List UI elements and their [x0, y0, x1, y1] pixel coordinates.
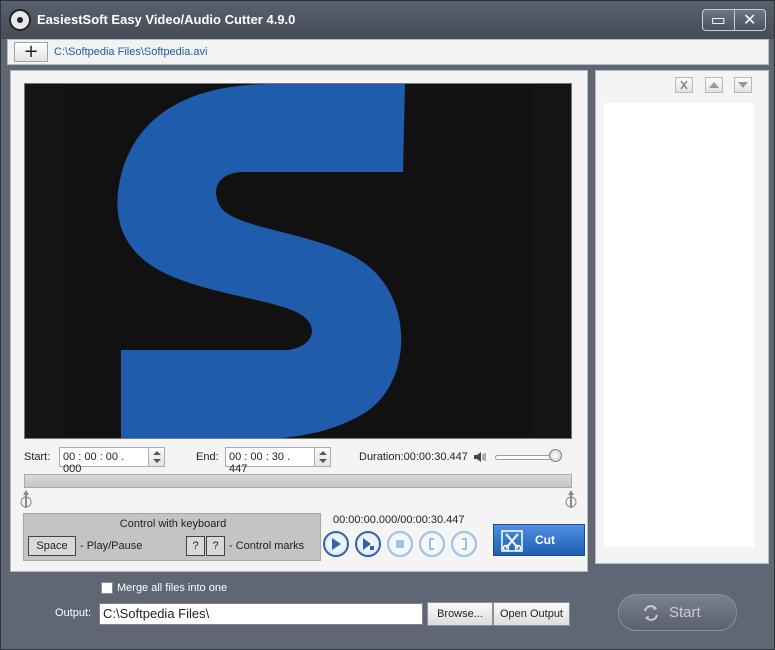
keyboard-help-title: Control with keyboard	[119, 518, 227, 530]
cut-button[interactable]: Cut	[493, 524, 585, 556]
start-button-label: Start	[669, 604, 701, 621]
start-button[interactable]: Start	[618, 594, 737, 631]
close-button[interactable]: ✕	[735, 10, 766, 30]
end-label: End:	[196, 451, 219, 463]
space-key: Space	[28, 536, 76, 556]
speaker-icon[interactable]	[473, 450, 487, 464]
arrow-down-icon	[738, 82, 748, 88]
right-bracket-icon	[462, 538, 467, 550]
start-time-spinner[interactable]	[148, 447, 165, 467]
start-time-input[interactable]: 00 : 00 : 00 . 000	[59, 447, 149, 475]
move-down-button[interactable]	[734, 77, 752, 93]
play-button[interactable]	[323, 531, 349, 557]
end-time-input[interactable]: 00 : 00 : 30 . 447	[225, 447, 315, 475]
file-list[interactable]	[604, 103, 754, 547]
move-up-button[interactable]	[705, 77, 723, 93]
main-panel: Start: 00 : 00 : 00 . 000 End: 00 : 00 :…	[10, 70, 588, 572]
left-bracket-icon	[429, 538, 434, 550]
play-selection-button[interactable]	[355, 531, 381, 557]
start-label: Start:	[24, 451, 51, 463]
window-title: EasiestSoft Easy Video/Audio Cutter 4.9.…	[37, 12, 296, 27]
play-icon	[332, 538, 341, 550]
file-path: C:\Softpedia Files\Softpedia.avi	[54, 46, 208, 58]
mark-key-end: ?	[206, 536, 225, 556]
space-key-desc: - Play/Pause	[80, 540, 143, 552]
output-path-input[interactable]: C:\Softpedia Files\	[99, 603, 423, 625]
merge-label: Merge all files into one	[117, 582, 228, 594]
app-window: EasiestSoft Easy Video/Audio Cutter 4.9.…	[0, 0, 775, 650]
browse-button[interactable]: Browse...	[427, 602, 493, 626]
video-frame	[63, 84, 531, 438]
timeline-track[interactable]	[24, 474, 572, 488]
remove-icon	[680, 80, 688, 90]
keyboard-help: Control with keyboard Space - Play/Pause…	[23, 513, 321, 561]
playback-position: 00:00:00.000/00:00:30.447	[333, 514, 465, 526]
minimize-button[interactable]: ▭	[703, 10, 735, 30]
file-bar: + C:\Softpedia Files\Softpedia.avi	[7, 39, 769, 65]
start-marker-handle-icon[interactable]	[18, 489, 34, 509]
scissors-film-icon	[501, 530, 523, 552]
film-reel-icon	[9, 9, 31, 31]
stop-button[interactable]	[387, 531, 413, 557]
title-bar[interactable]: EasiestSoft Easy Video/Audio Cutter 4.9.…	[1, 1, 774, 39]
set-end-mark-button[interactable]	[451, 531, 477, 557]
open-output-button[interactable]: Open Output	[493, 602, 570, 626]
volume-slider[interactable]	[495, 455, 557, 460]
window-controls: ▭ ✕	[702, 9, 766, 31]
remove-item-button[interactable]	[675, 77, 693, 93]
play-range-icon	[363, 538, 374, 550]
video-preview[interactable]	[24, 83, 572, 439]
file-list-panel	[595, 70, 769, 564]
mark-key-desc: - Control marks	[229, 540, 305, 552]
output-label: Output:	[55, 607, 92, 619]
end-marker-handle-icon[interactable]	[563, 489, 579, 509]
end-time-spinner[interactable]	[314, 447, 331, 467]
duration-text: Duration:00:00:30.447	[359, 451, 468, 463]
mark-key-start: ?	[186, 536, 205, 556]
set-start-mark-button[interactable]	[419, 531, 445, 557]
cut-button-label: Cut	[535, 533, 555, 547]
stop-icon	[396, 540, 404, 548]
time-row: Start: 00 : 00 : 00 . 000 End: 00 : 00 :…	[11, 447, 589, 475]
refresh-icon	[644, 605, 658, 621]
merge-checkbox[interactable]	[101, 582, 113, 594]
add-file-button[interactable]: +	[14, 42, 48, 62]
softpedia-logo-icon	[117, 84, 405, 438]
arrow-up-icon	[709, 82, 719, 88]
volume-slider-handle[interactable]	[549, 449, 562, 462]
